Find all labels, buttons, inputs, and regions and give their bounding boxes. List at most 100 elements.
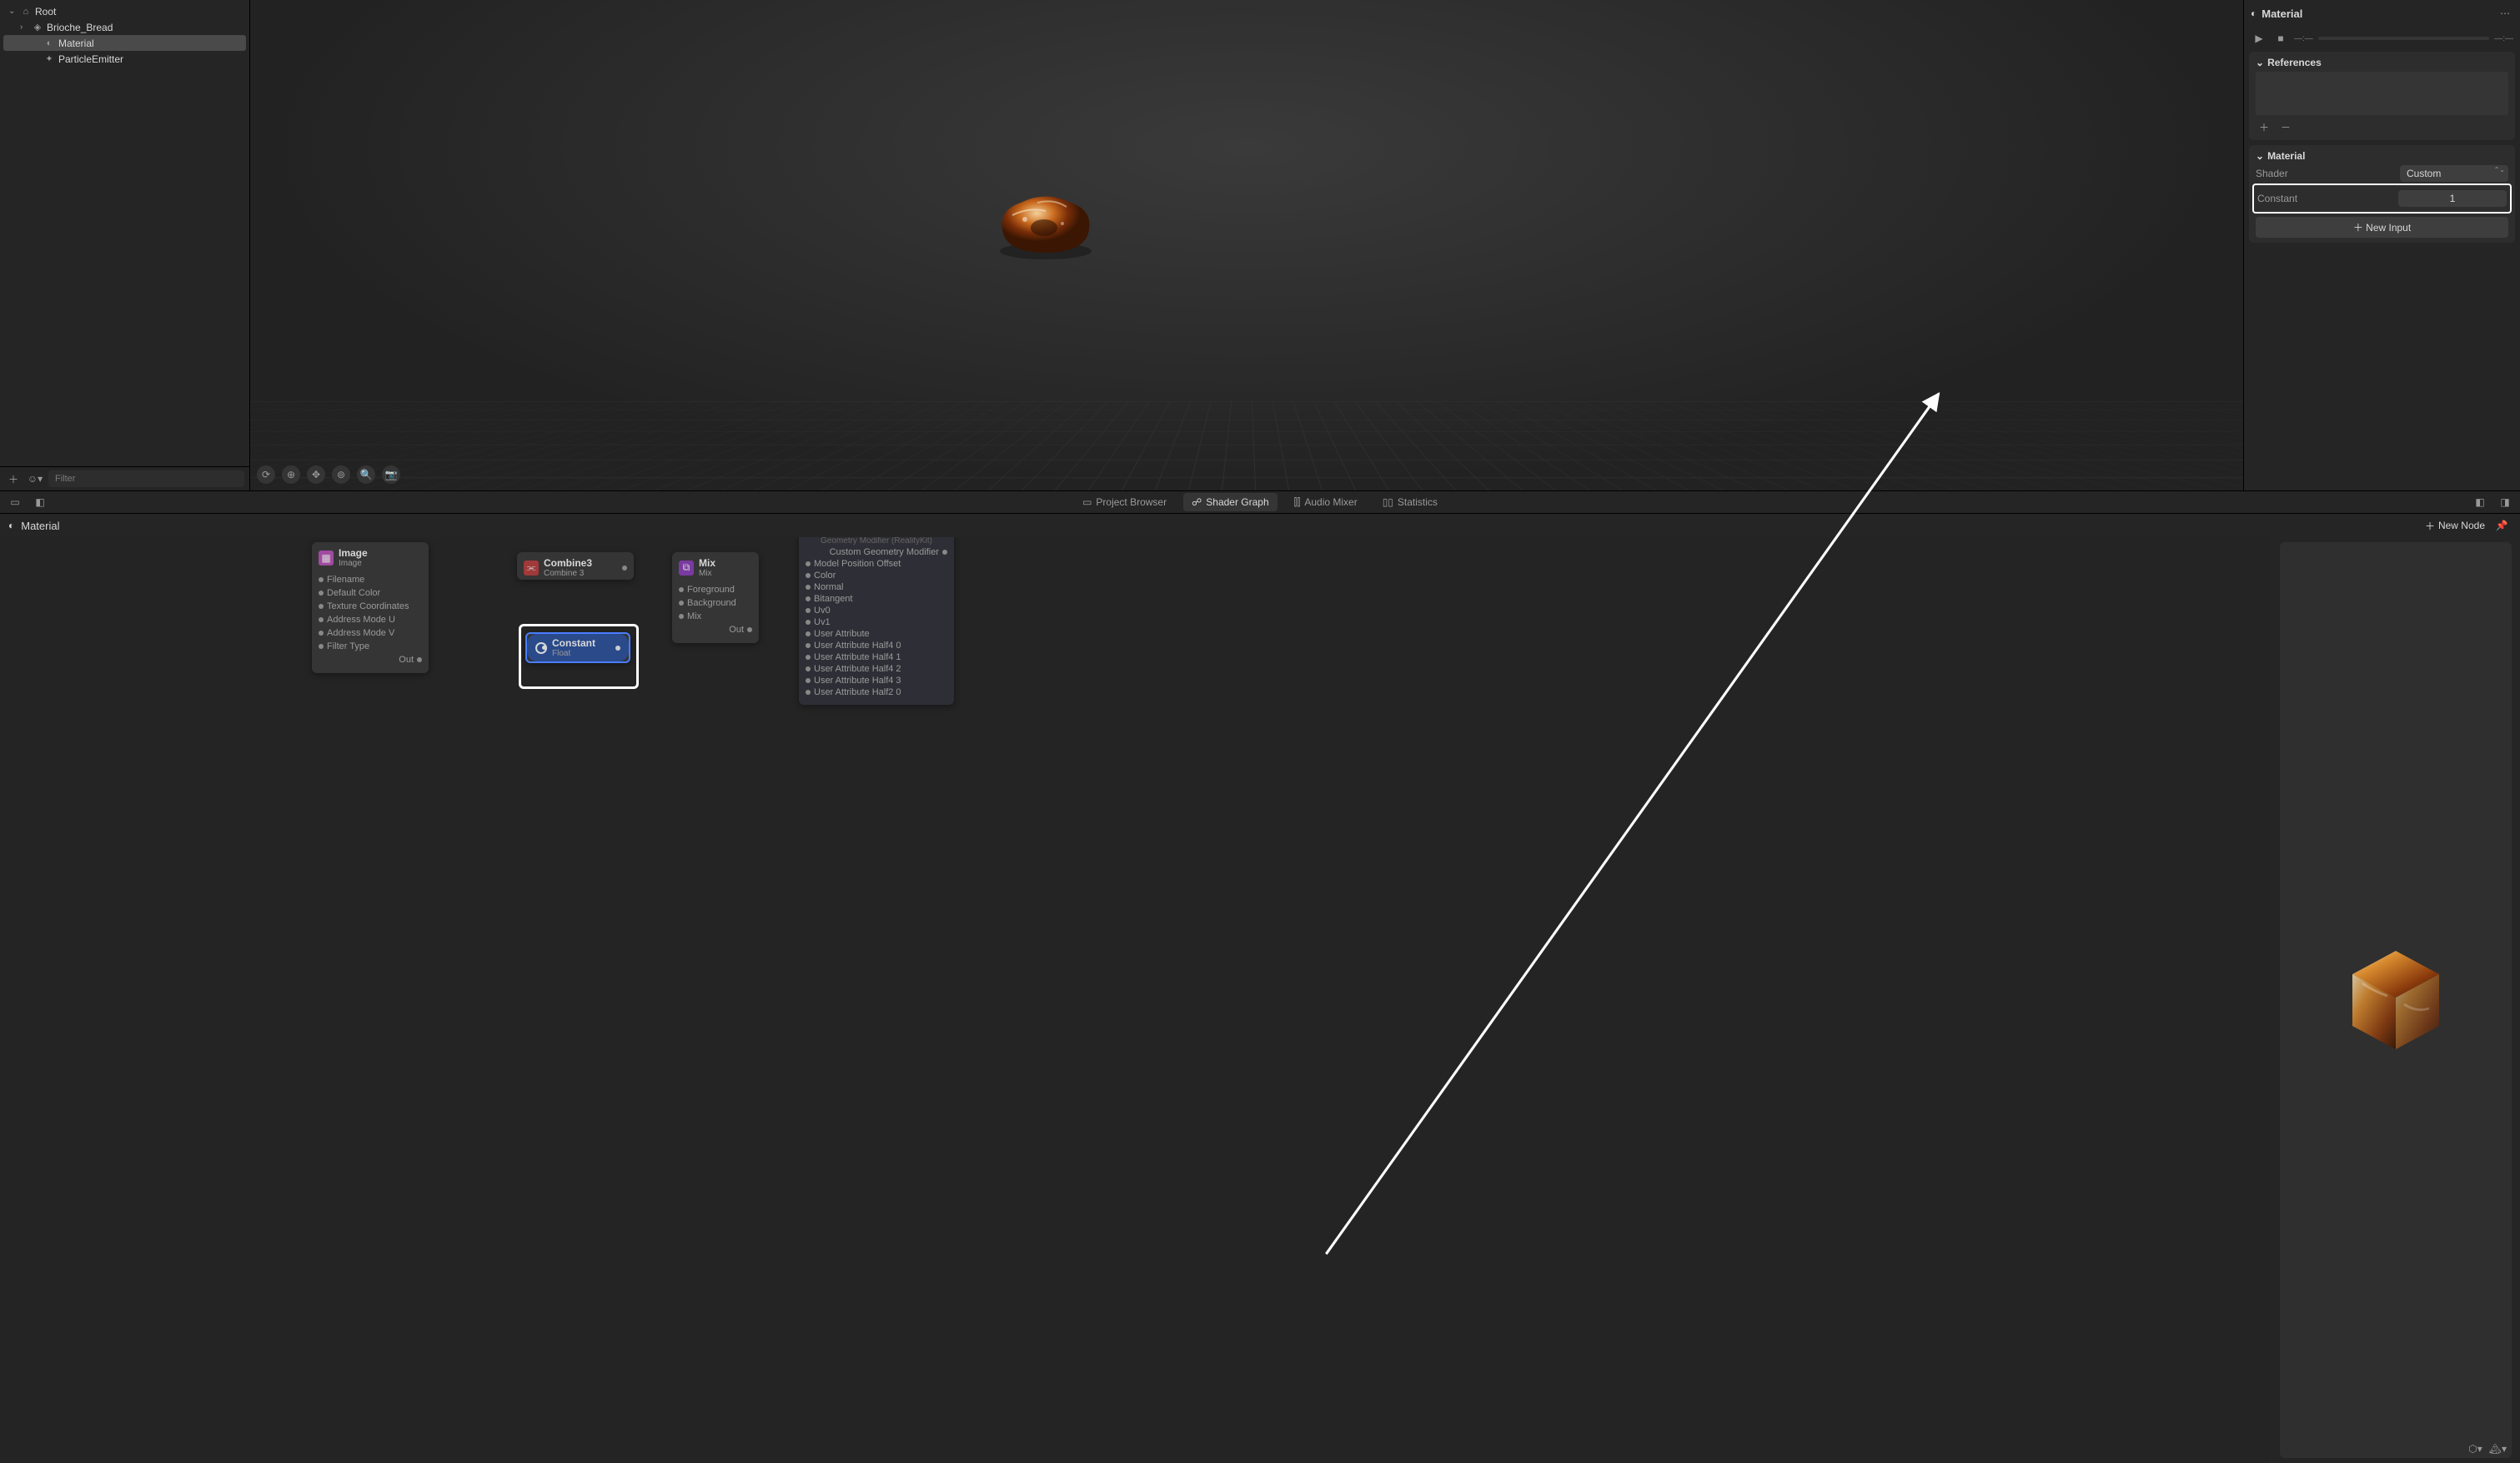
port-cgm[interactable]: Custom Geometry Modifier [806, 546, 947, 558]
tab-project-browser[interactable]: ▭Project Browser [1074, 493, 1175, 511]
graph-icon: ☍ [1192, 496, 1202, 508]
port-ua40[interactable]: User Attribute Half4 0 [806, 640, 947, 651]
play-button[interactable]: ▶ [2251, 30, 2267, 47]
tree-row-brioche[interactable]: › ◈ Brioche_Bread [3, 19, 246, 35]
tree-label: Material [58, 38, 94, 49]
mix-icon: ⧉ [679, 561, 694, 576]
mixer-icon: ⫿⫿ [1294, 496, 1301, 509]
filter-menu-button[interactable]: ☺︎▾ [27, 470, 43, 487]
constant-value-field[interactable]: 1 [2398, 190, 2507, 207]
panel-toggle-left-button[interactable]: ▭ [7, 494, 23, 510]
sidebar-toggle-button[interactable]: ◧ [32, 494, 48, 510]
node-wires [0, 537, 250, 662]
port-ua41[interactable]: User Attribute Half4 1 [806, 651, 947, 663]
port-color[interactable]: Color [806, 570, 947, 581]
tab-audio-mixer[interactable]: ⫿⫿Audio Mixer [1286, 493, 1366, 512]
chevron-down-icon: ⌄ [2256, 150, 2264, 162]
shader-label: Shader [2256, 168, 2393, 179]
shape-menu-button[interactable]: ⬡▾ [2468, 1443, 2482, 1455]
filter-input[interactable] [48, 470, 244, 487]
port-normal[interactable]: Normal [806, 581, 947, 593]
references-section-header[interactable]: ⌄ References [2256, 57, 2508, 68]
port-filter[interactable]: Filter Type [319, 640, 422, 653]
chevron-right-icon[interactable]: › [20, 23, 28, 32]
orbit-button[interactable]: ⟳ [257, 465, 275, 484]
port-out[interactable] [615, 646, 620, 651]
remove-reference-button[interactable]: － [2277, 118, 2294, 135]
dial-icon[interactable] [535, 642, 547, 654]
material-icon: ◐ [8, 520, 14, 531]
port-out[interactable]: Out [679, 623, 752, 636]
pin-icon[interactable]: 📌 [2493, 517, 2510, 534]
output-hint: Geometry Modifier (RealityKit) [806, 537, 947, 546]
time-end: —:— [2494, 34, 2513, 43]
port-fg[interactable]: Foreground [679, 583, 752, 596]
port-mix[interactable]: Mix [679, 610, 752, 623]
port-addr-u[interactable]: Address Mode U [319, 613, 422, 626]
port-filename[interactable]: Filename [319, 573, 422, 586]
magnify-button[interactable]: 🔍 [357, 465, 375, 484]
tree-row-particle[interactable]: ✦ ParticleEmitter [3, 51, 246, 67]
references-list[interactable] [2256, 72, 2508, 115]
image-icon: ▦ [319, 551, 334, 566]
chevron-down-icon: ⌄ [2256, 57, 2264, 68]
node-mix[interactable]: ⧉ Mix Mix Foreground Background Mix Out [672, 552, 759, 643]
tab-statistics[interactable]: ▯▯Statistics [1374, 493, 1446, 511]
port-addr-v[interactable]: Address Mode V [319, 626, 422, 640]
new-input-button[interactable]: ＋ New Input [2256, 217, 2508, 238]
node-output[interactable]: Geometry Modifier (RealityKit) Custom Ge… [799, 537, 954, 705]
more-icon[interactable]: ⋯ [2497, 5, 2513, 22]
mesh-icon: ◈ [32, 22, 43, 33]
port-ua43[interactable]: User Attribute Half4 3 [806, 675, 947, 686]
port-mpo[interactable]: Model Position Offset [806, 558, 947, 570]
panel-toggle-right-a-button[interactable]: ◧ [2472, 494, 2488, 510]
shader-graph-canvas[interactable]: ▦ Image Image Filename Default Color Tex… [0, 537, 2270, 1463]
material-icon: ◐ [2251, 8, 2256, 19]
move-button[interactable]: ✥ [307, 465, 325, 484]
env-menu-button[interactable]: 🏔▾ [2489, 1443, 2507, 1455]
node-combine3[interactable]: ⫘ Combine3 Combine 3 [517, 552, 634, 580]
scene-hierarchy[interactable]: ⌄ ⌂ Root › ◈ Brioche_Bread ◐ Material ✦ [0, 0, 249, 466]
tree-row-root[interactable]: ⌄ ⌂ Root [3, 3, 246, 19]
tree-label: Root [35, 6, 56, 18]
preview-cube [2346, 946, 2446, 1054]
add-button[interactable]: ＋ [5, 470, 22, 487]
port-ua20[interactable]: User Attribute Half2 0 [806, 686, 947, 698]
material-section-header[interactable]: ⌄ Material [2256, 150, 2508, 162]
port-uv0[interactable]: Uv0 [806, 605, 947, 616]
root-icon: ⌂ [20, 6, 32, 18]
stop-button[interactable]: ■ [2272, 30, 2289, 47]
port-ua[interactable]: User Attribute [806, 628, 947, 640]
port-texcoord[interactable]: Texture Coordinates [319, 600, 422, 613]
perspective-button[interactable]: ⊚ [332, 465, 350, 484]
material-icon: ◐ [43, 38, 55, 49]
tree-row-material[interactable]: ◐ Material [3, 35, 246, 51]
port-ua42[interactable]: User Attribute Half4 2 [806, 663, 947, 675]
graph-breadcrumb[interactable]: Material [21, 520, 59, 532]
shader-select[interactable]: Custom [2400, 165, 2508, 182]
port-uv1[interactable]: Uv1 [806, 616, 947, 628]
inspector-panel: ◐ Material ⋯ ▶ ■ —:— —:— ⌄ References ＋ [2243, 0, 2520, 490]
constant-label: Constant [2257, 193, 2392, 204]
tab-shader-graph[interactable]: ☍Shader Graph [1183, 493, 1278, 511]
tree-label: ParticleEmitter [58, 53, 123, 65]
port-out[interactable] [622, 566, 627, 571]
port-out[interactable]: Out [319, 653, 422, 666]
material-preview[interactable]: ⬡▾ 🏔▾ [2280, 542, 2512, 1458]
port-default-color[interactable]: Default Color [319, 586, 422, 600]
timeline-track[interactable] [2318, 37, 2489, 40]
port-bg[interactable]: Background [679, 596, 752, 610]
node-image[interactable]: ▦ Image Image Filename Default Color Tex… [312, 542, 429, 673]
camera-button[interactable]: 📷 [382, 465, 400, 484]
tree-label: Brioche_Bread [47, 22, 113, 33]
new-node-button[interactable]: ＋ New Node [2425, 519, 2485, 533]
chart-icon: ▯▯ [1383, 496, 1393, 508]
add-reference-button[interactable]: ＋ [2256, 118, 2272, 135]
chevron-down-icon[interactable]: ⌄ [8, 7, 17, 16]
zoom-button[interactable]: ⊕ [282, 465, 300, 484]
node-constant[interactable]: Constant Float [525, 632, 630, 663]
viewport-3d[interactable]: ⟳ ⊕ ✥ ⊚ 🔍 📷 [250, 0, 2243, 490]
panel-toggle-right-b-button[interactable]: ◨ [2497, 494, 2513, 510]
port-bitangent[interactable]: Bitangent [806, 593, 947, 605]
time-start: —:— [2294, 34, 2313, 43]
